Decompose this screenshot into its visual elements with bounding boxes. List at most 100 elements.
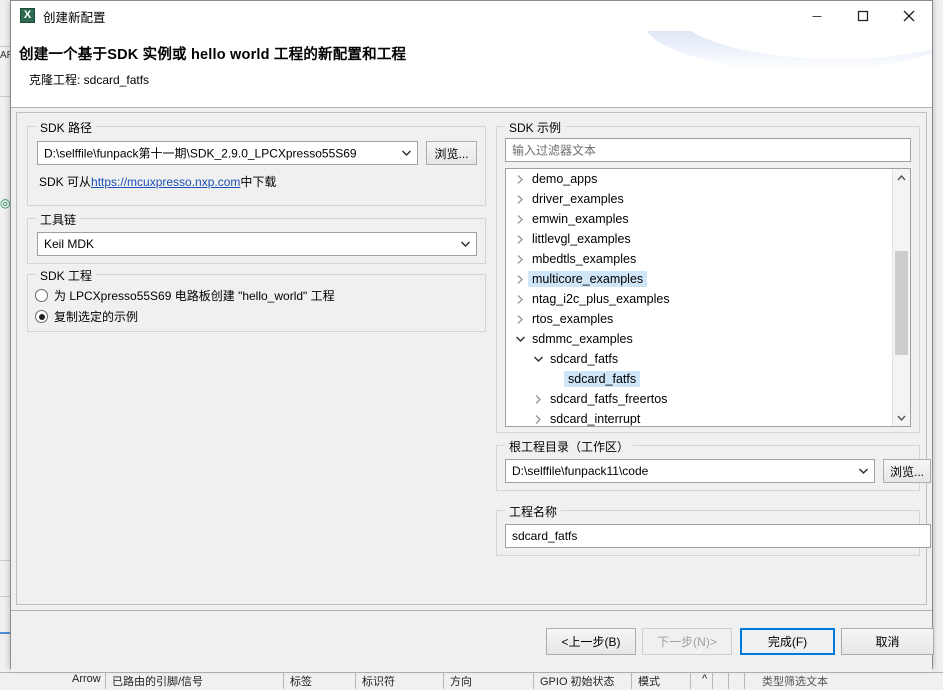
- tree-item[interactable]: mbedtls_examples: [506, 249, 893, 269]
- background-table-header-cell: Arrow: [72, 673, 101, 685]
- examples-filter-input[interactable]: 输入过滤器文本: [505, 138, 911, 162]
- background-column-separator: [712, 672, 713, 689]
- tree-scrollbar[interactable]: [892, 169, 910, 426]
- tree-item[interactable]: sdcard_fatfs_freertos: [506, 389, 893, 409]
- tree-item[interactable]: sdcard_fatfs: [506, 349, 893, 369]
- background-column-separator: [631, 672, 632, 689]
- tree-item[interactable]: sdcard_fatfs: [506, 369, 893, 389]
- next-button: 下一步(N)>: [642, 628, 732, 655]
- chevron-right-icon[interactable]: [512, 269, 528, 289]
- background-column-separator: [533, 672, 534, 689]
- radio-button-icon[interactable]: [35, 289, 48, 302]
- background-table-header-cell: 模式: [638, 676, 660, 688]
- background-column-separator: [105, 672, 106, 689]
- tree-item-label: sdcard_interrupt: [550, 412, 641, 426]
- sdk-path-browse-button[interactable]: 浏览...: [426, 141, 477, 165]
- radio-button-selected-icon[interactable]: [35, 310, 48, 323]
- tree-item-label: multicore_examples: [528, 271, 648, 287]
- chevron-down-icon[interactable]: [454, 233, 476, 255]
- tree-item-label: sdmmc_examples: [532, 332, 633, 346]
- radio-copy-selected-example-label: 复制选定的示例: [54, 310, 139, 324]
- create-new-configuration-dialog: X 创建新配置 创建一个基于SDK 实例或 hello world 工程的新配置…: [10, 0, 934, 672]
- radio-create-hello-world[interactable]: 为 LPCXpresso55S69 电路板创建 "hello_world" 工程: [35, 287, 335, 304]
- scrollbar-thumb[interactable]: [895, 251, 908, 355]
- sdk-path-group: SDK 路径: [27, 119, 486, 206]
- background-column-separator: [728, 672, 729, 689]
- chevron-down-icon[interactable]: [852, 460, 874, 482]
- dialog-titlebar: X 创建新配置: [11, 1, 932, 31]
- sdk-path-combo[interactable]: D:\selffile\funpack第十一期\SDK_2.9.0_LPCXpr…: [37, 141, 418, 165]
- minimize-icon: [812, 15, 822, 17]
- minimize-button[interactable]: [794, 1, 840, 30]
- chevron-right-icon[interactable]: [512, 249, 528, 269]
- tree-item-label: rtos_examples: [532, 312, 614, 326]
- root-dir-value: D:\selffile\funpack11\code: [512, 464, 649, 478]
- tree-item[interactable]: driver_examples: [506, 189, 893, 209]
- dialog-header: 创建一个基于SDK 实例或 hello world 工程的新配置和工程 克隆工程…: [11, 31, 932, 108]
- chevron-right-icon[interactable]: [512, 169, 528, 189]
- tree-item[interactable]: ntag_i2c_plus_examples: [506, 289, 893, 309]
- dialog-content: SDK 路径 D:\selffile\funpack第十一期\SDK_2.9.0…: [11, 108, 932, 610]
- tree-item[interactable]: multicore_examples: [506, 269, 893, 289]
- chevron-right-icon[interactable]: [512, 289, 528, 309]
- tree-item-label: ntag_i2c_plus_examples: [532, 292, 670, 306]
- chevron-down-icon[interactable]: [530, 349, 546, 369]
- app-icon: X: [20, 8, 35, 23]
- cancel-button[interactable]: 取消: [841, 628, 934, 655]
- sdk-project-group-label: SDK 工程: [36, 267, 97, 284]
- tree-item-label: mbedtls_examples: [532, 252, 637, 266]
- header-subtitle: 克隆工程: sdcard_fatfs: [29, 73, 150, 87]
- background-marker-icon: ◎: [0, 196, 11, 210]
- finish-button[interactable]: 完成(F): [740, 628, 835, 655]
- chevron-right-icon[interactable]: [512, 209, 528, 229]
- chevron-down-icon[interactable]: [512, 329, 528, 349]
- tree-item-label: littlevgl_examples: [532, 232, 631, 246]
- chevron-down-icon[interactable]: [395, 142, 417, 164]
- project-name-value: sdcard_fatfs: [512, 529, 578, 543]
- scroll-down-icon[interactable]: [893, 409, 910, 426]
- radio-create-hello-world-label: 为 LPCXpresso55S69 电路板创建 "hello_world" 工程: [54, 289, 335, 303]
- chevron-right-icon[interactable]: [530, 389, 546, 409]
- maximize-button[interactable]: [840, 1, 886, 30]
- tree-item[interactable]: littlevgl_examples: [506, 229, 893, 249]
- root-dir-group-label: 根工程目录（工作区）: [505, 438, 634, 455]
- chevron-right-icon[interactable]: [512, 229, 528, 249]
- maximize-icon: [857, 10, 869, 21]
- scroll-up-icon[interactable]: [893, 169, 910, 186]
- tree-item-label: sdcard_fatfs: [550, 352, 619, 366]
- tree-item-label: driver_examples: [532, 192, 624, 206]
- dialog-footer: <上一步(B) 下一步(N)> 完成(F) 取消: [11, 610, 934, 672]
- sdk-download-hint-suffix: 中下载: [240, 175, 277, 189]
- mcuxpresso-link[interactable]: https://mcuxpresso.nxp.com: [91, 175, 240, 189]
- tree-item-label: sdcard_fatfs: [564, 371, 641, 387]
- tree-item[interactable]: sdcard_interrupt: [506, 409, 893, 426]
- sdk-examples-tree[interactable]: demo_apps driver_examples emwin_examplesli…: [505, 168, 911, 427]
- sdk-path-value: D:\selffile\funpack第十一期\SDK_2.9.0_LPCXpr…: [44, 146, 357, 161]
- tree-item[interactable]: rtos_examples: [506, 309, 893, 329]
- background-table-header-cell: 标签: [290, 676, 312, 688]
- close-button[interactable]: [886, 1, 932, 30]
- tree-rows-container: demo_apps driver_examples emwin_examplesli…: [506, 169, 893, 426]
- back-button[interactable]: <上一步(B): [546, 628, 636, 655]
- background-table-header-cell: 方向: [450, 676, 472, 688]
- background-table-header-cell: ^: [702, 673, 708, 685]
- background-column-separator: [443, 672, 444, 689]
- project-name-input[interactable]: sdcard_fatfs: [505, 524, 931, 548]
- chevron-right-icon[interactable]: [512, 309, 528, 329]
- tree-item[interactable]: demo_apps: [506, 169, 893, 189]
- root-dir-combo[interactable]: D:\selffile\funpack11\code: [505, 459, 875, 483]
- root-dir-browse-button[interactable]: 浏览...: [883, 459, 931, 483]
- background-filter-text: 类型筛选文本: [762, 676, 828, 688]
- tree-item[interactable]: emwin_examples: [506, 209, 893, 229]
- tree-item[interactable]: sdmmc_examples: [506, 329, 893, 349]
- sdk-path-group-label: SDK 路径: [36, 119, 97, 136]
- content-panel: SDK 路径 D:\selffile\funpack第十一期\SDK_2.9.0…: [16, 112, 931, 605]
- background-column-separator: [283, 672, 284, 689]
- dialog-title: 创建新配置: [43, 11, 106, 25]
- chevron-right-icon[interactable]: [530, 409, 546, 426]
- background-table-header-cell: GPIO 初始状态: [540, 676, 615, 688]
- chevron-right-icon[interactable]: [512, 189, 528, 209]
- radio-copy-selected-example[interactable]: 复制选定的示例: [35, 308, 138, 325]
- toolchain-combo[interactable]: Keil MDK: [37, 232, 477, 256]
- toolchain-group-label: 工具链: [36, 211, 81, 228]
